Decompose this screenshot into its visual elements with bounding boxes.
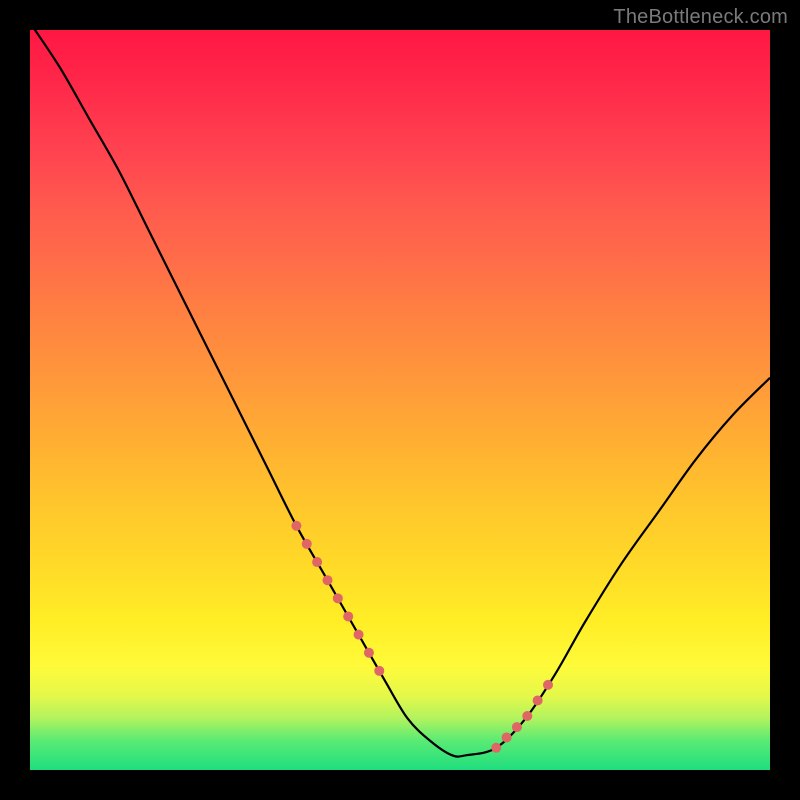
curve-dot — [322, 575, 332, 585]
watermark-text: TheBottleneck.com — [613, 6, 788, 29]
curve-dot — [533, 695, 543, 705]
curve-dot — [502, 732, 512, 742]
curve-dot — [312, 557, 322, 567]
curve-dot — [354, 630, 364, 640]
curve-dotted-highlights — [291, 521, 553, 753]
curve-dot — [374, 666, 384, 676]
bottleneck-curve — [30, 30, 770, 757]
curve-dot — [291, 521, 301, 531]
bottleneck-curve-svg — [30, 30, 770, 770]
chart-plot-area — [30, 30, 770, 770]
curve-dot — [522, 711, 532, 721]
curve-dot — [302, 539, 312, 549]
curve-dot — [543, 680, 553, 690]
curve-dot — [491, 743, 501, 753]
curve-dot — [512, 722, 522, 732]
curve-dot — [333, 593, 343, 603]
curve-dot — [343, 611, 353, 621]
curve-dot — [364, 648, 374, 658]
